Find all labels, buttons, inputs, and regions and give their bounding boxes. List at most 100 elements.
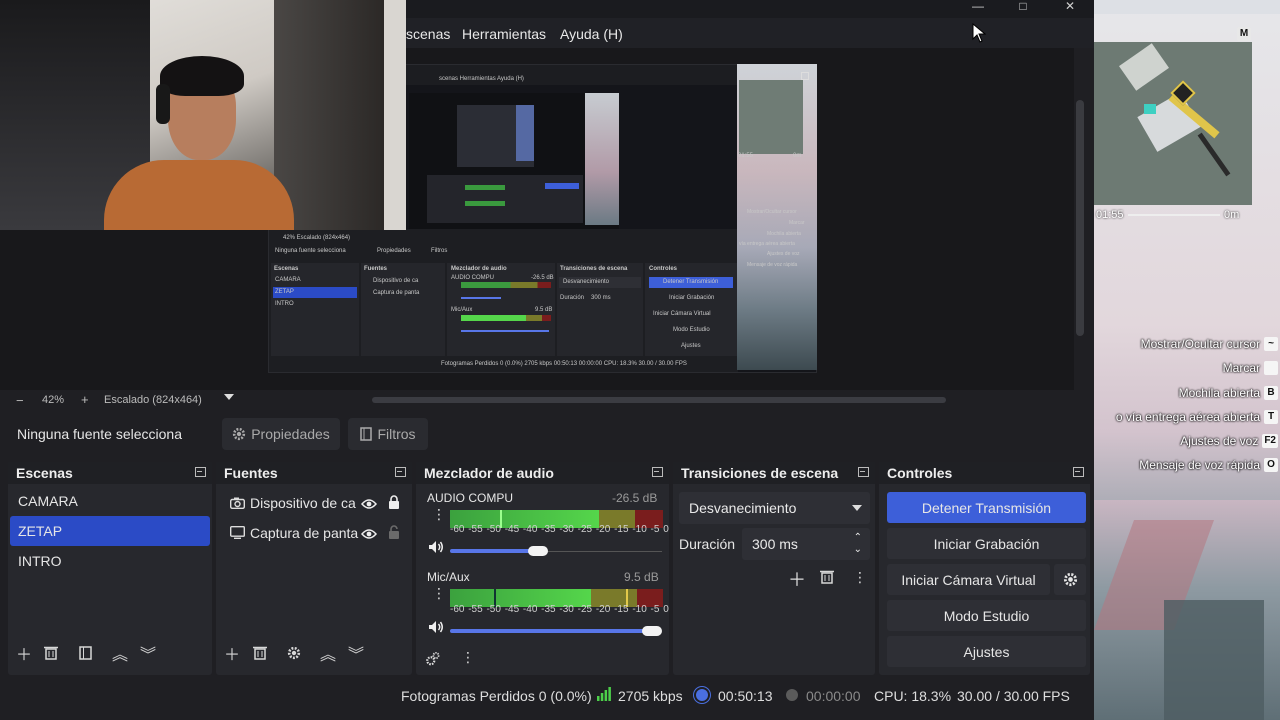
undock-icon[interactable] — [858, 467, 869, 477]
menu-scenes[interactable]: scenas — [406, 26, 450, 42]
chevron-down-icon — [852, 505, 862, 511]
start-virtual-camera-button[interactable]: Iniciar Cámara Virtual — [887, 564, 1050, 595]
chevron-up-icon[interactable]: ︽ — [320, 641, 336, 665]
stop-streaming-button[interactable]: Detener Transmisión — [887, 492, 1086, 523]
kebab-menu-icon[interactable]: ⋮ — [432, 586, 446, 600]
chevron-down-icon[interactable]: ︾ — [348, 641, 364, 665]
menu-tools[interactable]: Herramientas — [462, 26, 546, 42]
kebab-menu-icon[interactable]: ⋮ — [461, 650, 475, 664]
nested-game-dist: 0m — [793, 153, 802, 159]
nested-audio-2-db: 9.5 dB — [535, 307, 553, 313]
filter-icon[interactable] — [79, 646, 92, 665]
gear-icon[interactable] — [287, 646, 301, 665]
mouse-cursor-icon — [972, 22, 987, 48]
virtual-camera-settings-button[interactable] — [1054, 564, 1086, 595]
hud-hint-label: Mochila abierta — [1178, 386, 1260, 400]
transition-select[interactable]: Desvanecimiento — [679, 492, 870, 524]
nested-hud-5: Ajustes de voz — [767, 251, 800, 257]
scene-item-zetap[interactable]: ZETAP — [10, 516, 210, 546]
volume-knob[interactable] — [528, 546, 548, 556]
scenes-dock: Escenas CAMARA ZETAP INTRO ＋ ︽ ︾ — [8, 462, 212, 675]
scale-dropdown-icon[interactable] — [224, 394, 234, 400]
preview-game-capture: 01:55 0m Mostrar/Ocultar cursor Marcar M… — [737, 64, 817, 370]
sources-dock-header: Fuentes — [216, 462, 412, 484]
status-bar: Fotogramas Perdidos 0 (0.0%) 2705 kbps 0… — [0, 680, 1094, 710]
nested-ctrl-2: Iniciar Grabación — [669, 295, 715, 301]
properties-label: Propiedades — [251, 426, 330, 442]
nested-hud-4: vía entrega aérea abierta — [739, 241, 795, 247]
filters-label: Filtros — [377, 426, 416, 442]
nested-filters: Filtros — [431, 248, 448, 254]
hud-key: O — [1264, 458, 1278, 472]
minimap-progress-track — [1128, 214, 1220, 216]
audio-channel-level: 9.5 dB — [624, 570, 659, 584]
chevron-up-icon[interactable]: ︽ — [112, 641, 128, 665]
nested-sources-title: Fuentes — [364, 266, 388, 272]
close-button[interactable]: ✕ — [1050, 0, 1090, 14]
trash-icon[interactable] — [44, 645, 58, 665]
scenes-dock-header: Escenas — [8, 462, 212, 484]
settings-button[interactable]: Ajustes — [887, 636, 1086, 667]
undock-icon[interactable] — [652, 467, 663, 477]
trash-icon[interactable] — [820, 569, 834, 589]
nested-source-1: Dispositivo de ca — [373, 278, 419, 284]
trash-icon[interactable] — [253, 645, 267, 665]
minimize-button[interactable]: — — [958, 0, 998, 14]
undock-icon[interactable] — [395, 467, 406, 477]
kebab-menu-icon[interactable]: ⋮ — [853, 570, 867, 584]
kebab-menu-icon[interactable]: ⋮ — [432, 507, 446, 521]
undock-icon[interactable] — [1073, 467, 1084, 477]
filters-button[interactable]: Filtros — [348, 418, 428, 450]
source-item-screen-capture[interactable]: Captura de panta — [218, 518, 410, 548]
nested-audio-1-db: -26.5 dB — [531, 275, 554, 281]
eye-icon[interactable] — [361, 497, 377, 513]
preview-vertical-scrollbar[interactable] — [1076, 100, 1084, 336]
volume-knob[interactable] — [642, 626, 662, 636]
eye-icon[interactable] — [361, 527, 377, 543]
maximize-button[interactable]: □ — [1003, 0, 1043, 14]
nested-ctrl-5: Ajustes — [681, 343, 701, 349]
transition-select-value: Desvanecimiento — [689, 500, 797, 516]
add-icon[interactable]: ＋ — [16, 641, 32, 665]
properties-button[interactable]: Propiedades — [222, 418, 340, 450]
volume-slider[interactable] — [450, 549, 538, 553]
nested-audio-1: AUDIO COMPU — [451, 275, 495, 281]
speaker-icon[interactable] — [428, 620, 444, 639]
webcam-overlay — [0, 0, 406, 230]
volume-slider[interactable] — [450, 629, 650, 633]
add-icon[interactable]: ＋ — [788, 566, 806, 592]
nested-scenes-title: Escenas — [274, 266, 299, 272]
chevron-down-icon[interactable]: ⌄ — [854, 544, 862, 555]
menu-help[interactable]: Ayuda (H) — [560, 26, 623, 42]
nested-audio-2: Mic/Aux — [451, 307, 473, 313]
nested-hud-2: Marcar — [789, 220, 805, 226]
audio-channel-name: Mic/Aux — [427, 570, 470, 584]
advanced-audio-icon[interactable] — [425, 652, 440, 671]
map-key-badge: M — [1237, 27, 1251, 41]
nested-scene-2: ZETAP — [275, 289, 294, 295]
unlock-icon[interactable] — [388, 525, 400, 542]
button-label: Ajustes — [963, 643, 1010, 660]
duration-input[interactable]: 300 ms ⌃ ⌄ — [742, 528, 870, 560]
scene-item-intro[interactable]: INTRO — [10, 546, 210, 576]
zoom-in-button[interactable]: + — [81, 392, 89, 407]
chevron-down-icon[interactable]: ︾ — [140, 641, 156, 665]
chevron-up-icon[interactable]: ⌃ — [854, 532, 862, 543]
lock-icon[interactable] — [388, 495, 400, 512]
source-label: Captura de panta — [250, 525, 359, 541]
scene-item-camara[interactable]: CAMARA — [10, 486, 210, 516]
source-item-camera[interactable]: Dispositivo de ca — [218, 488, 410, 518]
stream-icon — [696, 689, 708, 701]
preview-horizontal-scrollbar[interactable] — [372, 397, 946, 403]
start-recording-button[interactable]: Iniciar Grabación — [887, 528, 1086, 559]
studio-mode-button[interactable]: Modo Estudio — [887, 600, 1086, 631]
undock-icon[interactable] — [195, 467, 206, 477]
sources-title: Fuentes — [224, 465, 278, 481]
hud-hint-label: Mensaje de voz rápida — [1139, 458, 1260, 472]
speaker-icon[interactable] — [428, 540, 444, 559]
fps: 30.00 / 30.00 FPS — [957, 688, 1070, 704]
scene-label: ZETAP — [18, 523, 63, 539]
zoom-out-button[interactable]: − — [16, 393, 24, 408]
add-icon[interactable]: ＋ — [224, 641, 240, 665]
gear-icon — [233, 427, 246, 441]
